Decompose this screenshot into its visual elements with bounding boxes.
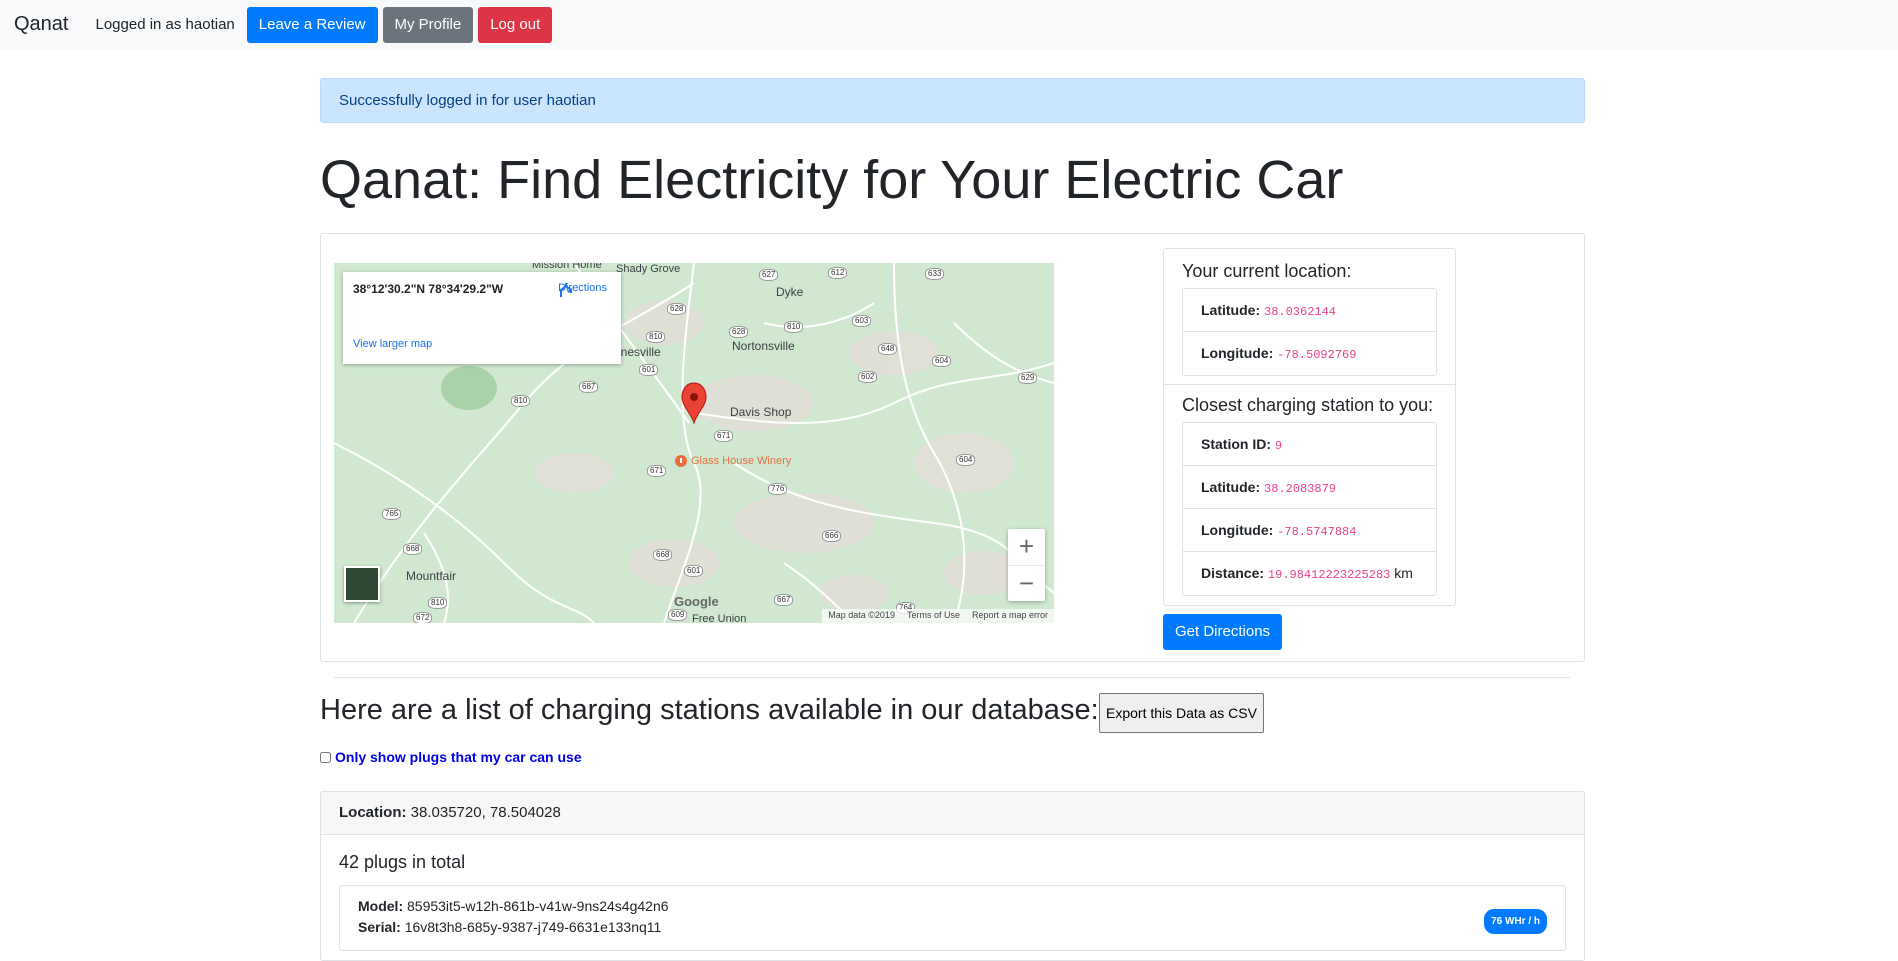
plug-list-item: Model: 85953it5-w12h-861b-v41w-9ns24s4g4… xyxy=(339,885,1566,951)
winery-poi-icon xyxy=(675,455,687,467)
map-place-label: Shady Grove xyxy=(616,263,681,275)
brand-logo[interactable]: Qanat xyxy=(14,13,68,36)
road-shield: 668 xyxy=(403,543,423,555)
road-shield: 604 xyxy=(932,355,952,367)
road-shield: 601 xyxy=(639,364,659,376)
road-shield: 629 xyxy=(1018,372,1038,384)
current-location-title: Your current location: xyxy=(1182,261,1352,281)
map-data-credit: Map data ©2019 xyxy=(828,610,895,620)
plug-serial: Serial: 16v8t3h8-685y-9387-j749-6631e133… xyxy=(358,919,662,935)
road-shield: 671 xyxy=(714,430,734,442)
current-location-section: Your current location: Latitude: 38.0362… xyxy=(1182,261,1437,376)
closest-distance: Distance: 19.98412223225283 km xyxy=(1201,565,1413,582)
map-info-popup: 38°12'30.2"N 78°34'29.2"W Directions Vie… xyxy=(343,272,621,364)
view-larger-map-link[interactable]: View larger map xyxy=(353,338,432,350)
road-shield: 627 xyxy=(759,269,779,281)
plug-count: 42 plugs in total xyxy=(339,852,466,872)
satellite-toggle-button[interactable] xyxy=(344,566,380,602)
plug-rate-badge: 76 WHr / h xyxy=(1484,909,1547,934)
road-shield: 612 xyxy=(828,267,848,279)
closest-latitude: Latitude: 38.2083879 xyxy=(1183,466,1436,509)
road-shield: 666 xyxy=(822,530,842,542)
current-latitude: Latitude: 38.0362144 xyxy=(1183,289,1436,332)
road-shield: 601 xyxy=(684,565,704,577)
terms-of-use-link[interactable]: Terms of Use xyxy=(907,610,960,622)
station-list-title: Here are a list of charging stations ava… xyxy=(320,694,1099,726)
road-shield: 667 xyxy=(774,594,794,606)
road-shield: 628 xyxy=(729,326,749,338)
road-shield: 602 xyxy=(858,371,878,383)
closest-station-list: Station ID: 9 Latitude: 38.2083879 Longi… xyxy=(1182,422,1437,596)
closest-station-section: Closest charging station to you: Station… xyxy=(1182,395,1437,596)
zoom-in-button[interactable]: + xyxy=(1008,529,1045,565)
road-shield: 765 xyxy=(382,508,402,520)
current-location-list: Latitude: 38.0362144 Longitude: -78.5092… xyxy=(1182,288,1437,376)
page-title: Qanat: Find Electricity for Your Electri… xyxy=(320,150,1344,210)
get-directions-button[interactable]: Get Directions xyxy=(1163,614,1283,650)
road-shield: 776 xyxy=(768,483,788,495)
map-place-label: Nortonsville xyxy=(732,339,795,353)
road-shield: 810 xyxy=(784,321,804,333)
report-map-error-link[interactable]: Report a map error xyxy=(972,610,1048,622)
compatible-plugs-checkbox[interactable] xyxy=(320,751,331,763)
section-divider xyxy=(334,677,1570,678)
closest-station-id: Station ID: 9 xyxy=(1183,423,1436,466)
plug-model: Model: 85953it5-w12h-861b-v41w-9ns24s4g4… xyxy=(358,898,669,914)
road-shield: 687 xyxy=(579,381,599,393)
road-shield: 648 xyxy=(878,343,898,355)
current-longitude: Longitude: -78.5092769 xyxy=(1201,345,1357,362)
road-shield: 628 xyxy=(667,303,687,315)
closest-longitude: Longitude: -78.5747884 xyxy=(1183,509,1436,552)
road-shield: 604 xyxy=(956,454,976,466)
map-place-label: Dyke xyxy=(776,285,804,299)
my-profile-button[interactable]: My Profile xyxy=(382,6,474,43)
login-success-alert: Successfully logged in for user haotian xyxy=(320,78,1585,123)
popup-directions-button[interactable]: Directions xyxy=(558,282,607,297)
road-shield: 609 xyxy=(668,609,688,621)
road-shield: 671 xyxy=(647,465,667,477)
road-shield: 810 xyxy=(646,331,666,343)
map-place-label: Davis Shop xyxy=(730,405,792,419)
export-csv-button[interactable]: Export this Data as CSV xyxy=(1099,693,1264,733)
logout-button[interactable]: Log out xyxy=(478,6,553,43)
logged-in-status: Logged in as haotian xyxy=(95,16,235,33)
zoom-out-button[interactable]: − xyxy=(1008,565,1045,601)
road-shield: 672 xyxy=(413,612,433,623)
map-place-label: onesville xyxy=(614,345,661,359)
map-footer: Map data ©2019 Terms of Use Report a map… xyxy=(822,609,1054,623)
google-logo: Google xyxy=(674,594,719,609)
embedded-map[interactable]: Mission Home Shady Grove Dyke Nortonsvil… xyxy=(334,263,1054,623)
road-shield: 603 xyxy=(852,315,872,327)
station-location-header: Location: 38.035720, 78.504028 xyxy=(321,792,1584,835)
road-shield: 810 xyxy=(428,597,448,609)
zoom-controls: + − xyxy=(1008,529,1045,601)
road-shield: 633 xyxy=(925,268,945,280)
road-shield: 810 xyxy=(511,395,531,407)
location-info-card: Your current location: Latitude: 38.0362… xyxy=(1163,248,1456,606)
closest-station-title: Closest charging station to you: xyxy=(1182,395,1434,415)
road-shield: 668 xyxy=(653,549,673,561)
compatible-plugs-label[interactable]: Only show plugs that my car can use xyxy=(335,749,582,765)
compatible-plugs-filter[interactable]: Only show plugs that my car can use xyxy=(320,749,582,765)
leave-review-button[interactable]: Leave a Review xyxy=(246,6,378,43)
station-card: Location: 38.035720, 78.504028 42 plugs … xyxy=(320,791,1585,961)
map-place-label: Free Union xyxy=(692,613,747,623)
top-navbar: Qanat Logged in as haotian Leave a Revie… xyxy=(0,0,1898,49)
map-place-label: Mission Home xyxy=(532,263,602,271)
info-divider xyxy=(1164,384,1455,385)
map-place-label[interactable]: Glass House Winery xyxy=(691,455,791,467)
map-place-label: Mountfair xyxy=(406,569,457,583)
directions-icon xyxy=(560,283,573,297)
